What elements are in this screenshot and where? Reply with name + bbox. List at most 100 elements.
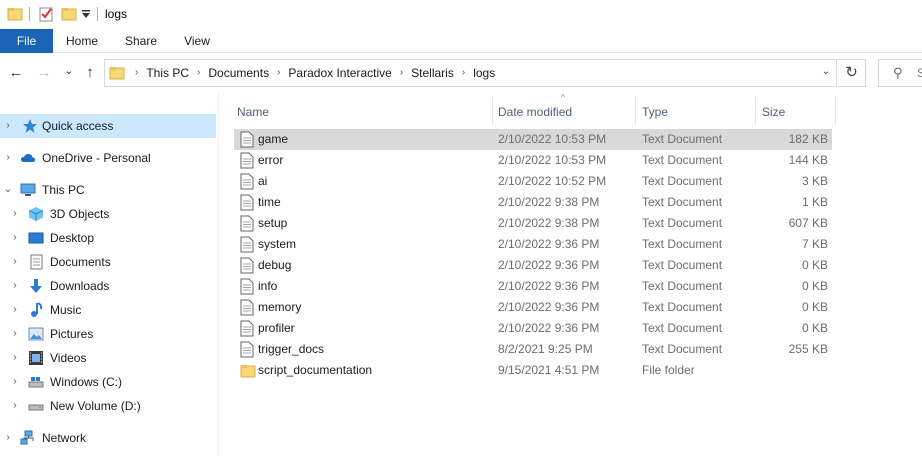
file-type: File folder — [642, 363, 695, 377]
navigation-pane: › Quick access › OneDrive - Personal ⌄ T… — [0, 104, 220, 456]
column-divider[interactable] — [755, 97, 756, 125]
breadcrumb-paradox-interactive[interactable]: Paradox Interactive — [288, 60, 391, 86]
table-row[interactable]: debug 2/10/2022 9:36 PM Text Document 0 KB — [234, 255, 832, 276]
file-name: system — [258, 237, 297, 251]
column-header-name[interactable]: Name — [237, 100, 269, 124]
table-row[interactable]: setup 2/10/2022 9:38 PM Text Document 607 K… — [234, 213, 832, 234]
sidebar-item-quick-access[interactable]: › Quick access — [0, 114, 216, 138]
file-size: 0 KB — [801, 300, 828, 314]
column-header-size[interactable]: Size — [762, 100, 785, 124]
breadcrumb-separator[interactable]: › — [135, 60, 138, 86]
up-button[interactable]: ↑ — [82, 65, 98, 81]
file-date-modified: 2/10/2022 9:38 PM — [498, 216, 600, 230]
table-row[interactable]: ai 2/10/2022 10:52 PM Text Document 3 KB — [234, 171, 832, 192]
music-icon — [31, 302, 43, 317]
text-file-icon — [240, 194, 254, 211]
file-size: 1 KB — [801, 195, 828, 209]
table-row[interactable]: memory 2/10/2022 9:36 PM Text Document 0 KB — [234, 297, 832, 318]
file-date-modified: 2/10/2022 9:38 PM — [498, 195, 600, 209]
cloud-icon — [21, 154, 35, 162]
file-name: memory — [258, 300, 302, 314]
sidebar-item-desktop[interactable]: › Desktop — [0, 226, 216, 250]
expand-chevron-icon[interactable]: › — [10, 370, 20, 394]
sidebar-item-3d-objects[interactable]: › 3D Objects — [0, 202, 216, 226]
ribbon-tabs: File Home Share View — [0, 29, 922, 53]
sidebar-item-label: Desktop — [50, 231, 95, 245]
column-header-type[interactable]: Type — [642, 100, 668, 124]
breadcrumb-stellaris[interactable]: Stellaris — [411, 60, 454, 86]
tab-view[interactable]: View — [175, 29, 219, 53]
recent-locations-button[interactable]: ⌄ — [61, 63, 77, 79]
table-row[interactable]: system 2/10/2022 9:36 PM Text Document 7 KB — [234, 234, 832, 255]
table-row[interactable]: trigger_docs 8/2/2021 9:25 PM Text Documen… — [234, 339, 832, 360]
search-input[interactable]: ⚲ S — [878, 59, 922, 87]
expand-chevron-icon[interactable]: › — [3, 114, 13, 138]
text-file-icon — [240, 152, 254, 169]
table-row[interactable]: game 2/10/2022 10:53 PM Text Document 182 K… — [234, 129, 832, 150]
breadcrumb-separator[interactable]: › — [197, 60, 200, 86]
sidebar-item-documents[interactable]: › Documents — [0, 250, 216, 274]
file-type: Text Document — [642, 153, 723, 167]
file-size: 607 KB — [788, 216, 828, 230]
back-button[interactable]: ← — [8, 65, 24, 81]
sidebar-item-onedrive[interactable]: › OneDrive - Personal — [0, 146, 216, 170]
new-folder-icon[interactable] — [61, 6, 77, 22]
expand-chevron-icon[interactable]: › — [10, 202, 20, 226]
expand-chevron-icon[interactable]: › — [10, 226, 20, 250]
text-file-icon — [240, 299, 254, 316]
breadcrumb-this-pc[interactable]: This PC — [146, 60, 189, 86]
breadcrumb-separator[interactable]: › — [462, 60, 465, 86]
table-row[interactable]: time 2/10/2022 9:38 PM Text Document 1 KB — [234, 192, 832, 213]
table-row[interactable]: profiler 2/10/2022 9:36 PM Text Document 0 … — [234, 318, 832, 339]
sidebar-item-label: Music — [50, 303, 82, 317]
sidebar-item-network[interactable]: › Network — [0, 426, 216, 450]
table-row[interactable]: script_documentation 9/15/2021 4:51 PM Fil… — [234, 360, 832, 381]
file-size: 0 KB — [801, 279, 828, 293]
breadcrumb-logs[interactable]: logs — [473, 60, 495, 86]
address-bar[interactable]: › This PC › Documents › Paradox Interact… — [104, 59, 837, 87]
star-icon — [23, 119, 37, 133]
sidebar-item-new-volume-d[interactable]: › New Volume (D:) — [0, 394, 216, 418]
expand-chevron-icon[interactable]: › — [10, 250, 20, 274]
folder-icon[interactable] — [7, 6, 23, 22]
expand-chevron-icon[interactable]: › — [10, 298, 20, 322]
sidebar-item-label: OneDrive - Personal — [42, 151, 151, 165]
tab-share[interactable]: Share — [119, 29, 163, 53]
expand-chevron-icon[interactable]: › — [3, 426, 13, 450]
sidebar-item-pictures[interactable]: › Pictures — [0, 322, 216, 346]
file-name: debug — [258, 258, 292, 272]
videos-icon — [29, 351, 43, 365]
expand-chevron-icon[interactable]: › — [10, 322, 20, 346]
table-row[interactable]: error 2/10/2022 10:53 PM Text Document 144 … — [234, 150, 832, 171]
file-type: Text Document — [642, 195, 723, 209]
file-name: setup — [258, 216, 288, 230]
sidebar-item-label: New Volume (D:) — [50, 399, 141, 413]
expand-chevron-icon[interactable]: › — [10, 394, 20, 418]
breadcrumb-documents[interactable]: Documents — [208, 60, 269, 86]
customize-dropdown-icon[interactable] — [81, 9, 91, 19]
sidebar-item-videos[interactable]: › Videos — [0, 346, 216, 370]
refresh-button[interactable]: ↻ — [838, 59, 866, 87]
breadcrumb-separator[interactable]: › — [400, 60, 403, 86]
column-divider[interactable] — [635, 97, 636, 125]
expand-chevron-icon[interactable]: › — [3, 146, 13, 170]
file-date-modified: 2/10/2022 10:52 PM — [498, 174, 607, 188]
sidebar-item-windows-c[interactable]: › Windows (C:) — [0, 370, 216, 394]
sidebar-item-label: Windows (C:) — [50, 375, 123, 389]
breadcrumb-separator[interactable]: › — [277, 60, 280, 86]
tab-home[interactable]: Home — [60, 29, 104, 53]
table-row[interactable]: info 2/10/2022 9:36 PM Text Document 0 KB — [234, 276, 832, 297]
sidebar-item-music[interactable]: › Music — [0, 298, 216, 322]
address-dropdown-button[interactable]: ⌄ — [822, 66, 830, 77]
forward-button[interactable]: → — [36, 65, 52, 81]
column-header-date-modified[interactable]: Date modified — [498, 100, 572, 124]
expand-chevron-icon[interactable]: › — [10, 346, 20, 370]
properties-icon[interactable] — [38, 6, 54, 22]
column-divider[interactable] — [835, 97, 836, 125]
sidebar-item-downloads[interactable]: › Downloads — [0, 274, 216, 298]
sidebar-item-this-pc[interactable]: ⌄ This PC — [0, 178, 216, 202]
column-divider[interactable] — [492, 97, 493, 125]
collapse-chevron-icon[interactable]: ⌄ — [3, 178, 13, 202]
tab-file[interactable]: File — [0, 29, 53, 53]
expand-chevron-icon[interactable]: › — [10, 274, 20, 298]
